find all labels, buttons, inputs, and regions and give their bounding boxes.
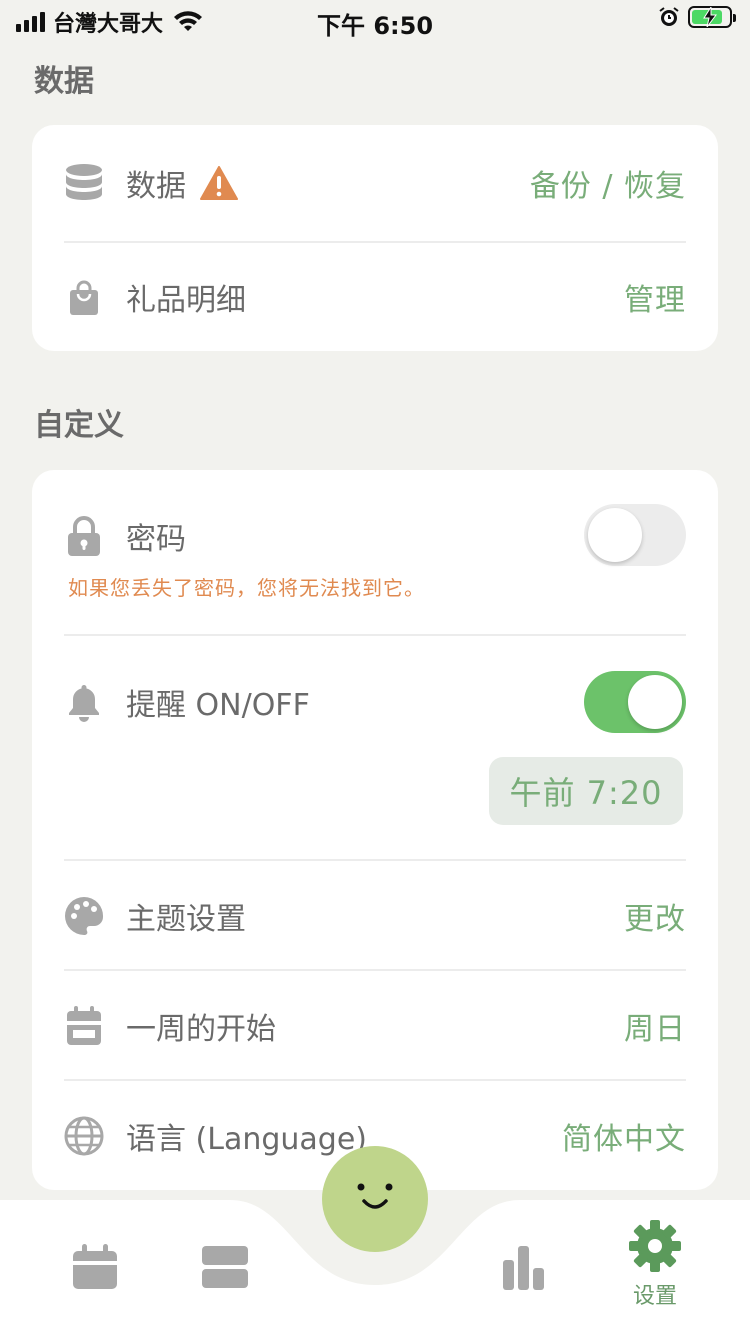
theme-change-link[interactable]: 更改 xyxy=(624,894,686,938)
palette-icon xyxy=(64,896,104,936)
tab-settings-label: 设置 xyxy=(632,1284,677,1309)
tab-settings[interactable]: 设置 xyxy=(627,1218,683,1310)
gifts-label: 礼品明细 xyxy=(126,283,246,318)
calendar-icon xyxy=(73,1244,117,1289)
battery-icon xyxy=(688,6,736,28)
tab-stats[interactable] xyxy=(502,1246,546,1290)
clock: 下午 6:50 xyxy=(316,12,434,40)
backup-label: 数据 xyxy=(126,169,186,204)
backup-restore-link[interactable]: 备份 / 恢复 xyxy=(530,161,686,205)
status-bar: 台灣大哥大 下午 6:50 xyxy=(0,0,750,40)
divider xyxy=(64,859,686,861)
reminder-time-button[interactable]: 午前 7:20 xyxy=(489,757,683,825)
reminder-label: 提醒 ON/OFF xyxy=(126,688,310,723)
shopping-bag-icon xyxy=(64,277,104,317)
password-label: 密码 xyxy=(126,522,186,557)
alarm-icon xyxy=(659,7,679,26)
section-title-custom: 自定义 xyxy=(34,408,124,443)
data-card: 数据 备份 / 恢复 礼品明细 管理 xyxy=(32,125,718,351)
divider xyxy=(64,969,686,971)
globe-icon xyxy=(64,1116,104,1156)
gear-icon xyxy=(629,1220,681,1272)
divider xyxy=(64,241,686,243)
week-start-label: 一周的开始 xyxy=(126,1012,276,1047)
section-title-data: 数据 xyxy=(34,64,94,99)
theme-row[interactable]: 主题设置 更改 xyxy=(64,894,686,938)
smiley-face-icon xyxy=(357,1183,393,1209)
theme-label: 主题设置 xyxy=(126,902,246,937)
tab-list[interactable] xyxy=(202,1246,248,1288)
password-warning-text: 如果您丢失了密码，您将无法找到它。 xyxy=(68,576,425,600)
divider xyxy=(64,634,686,636)
tab-calendar[interactable] xyxy=(72,1244,118,1290)
gifts-row[interactable]: 礼品明细 管理 xyxy=(64,275,686,319)
lock-icon xyxy=(64,516,104,556)
list-icon xyxy=(202,1246,248,1288)
database-icon xyxy=(64,163,104,203)
add-entry-button[interactable] xyxy=(322,1146,428,1252)
password-toggle[interactable] xyxy=(584,504,686,566)
language-label: 语言 (Language) xyxy=(126,1122,367,1157)
reminder-toggle[interactable] xyxy=(584,671,686,733)
language-value[interactable]: 简体中文 xyxy=(562,1114,686,1158)
bell-icon xyxy=(64,682,104,722)
week-start-value[interactable]: 周日 xyxy=(624,1004,686,1048)
custom-card: 密码 如果您丢失了密码，您将无法找到它。 提醒 ON/OFF 午前 7:20 主… xyxy=(32,470,718,1190)
warning-icon xyxy=(200,166,238,200)
backup-row[interactable]: 数据 备份 / 恢复 xyxy=(64,161,686,205)
bar-chart-icon xyxy=(503,1246,544,1290)
divider xyxy=(64,1079,686,1081)
calendar-icon xyxy=(64,1006,104,1046)
week-start-row[interactable]: 一周的开始 周日 xyxy=(64,1004,686,1048)
gifts-manage-link[interactable]: 管理 xyxy=(624,275,686,319)
